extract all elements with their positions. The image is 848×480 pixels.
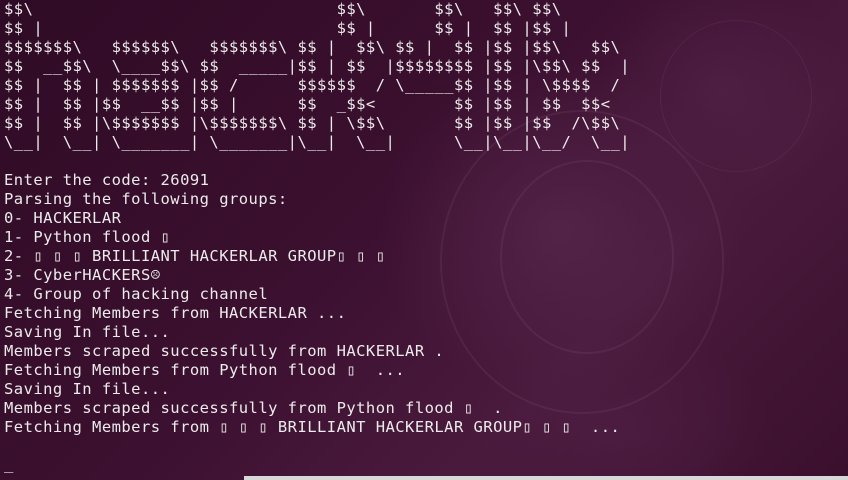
banner-line: $$ | $$ | $$ | $$ |$$ |: [4, 19, 572, 37]
output-line: Fetching Members from HACKERLAR ...: [4, 304, 347, 322]
output-line: Parsing the following groups:: [4, 190, 288, 208]
terminal-window[interactable]: $$\ $$\ $$\ $$\ $$\ $$ | $$ | $$ | $$ |$$…: [0, 0, 848, 480]
output-line: Fetching Members from ▯ ▯ ▯ BRILLIANT HA…: [4, 418, 621, 436]
code-prompt-line: Enter the code: 26091: [4, 171, 210, 189]
banner-line: $$ | $$ |$$ __$$ |$$ | $$ _$$< $$ |$$ | …: [4, 95, 611, 113]
group-list-item: 3- CyberHACKERS☹: [4, 266, 161, 284]
group-list-item: 0- HACKERLAR: [4, 209, 122, 227]
banner-line: $$\ $$\ $$\ $$\ $$\: [4, 0, 562, 18]
group-list-item: 2- ▯ ▯ ▯ BRILLIANT HACKERLAR GROUP▯ ▯ ▯: [4, 247, 386, 265]
horizontal-scrollbar[interactable]: [244, 476, 848, 480]
banner-line: $$ __$$\ \____$$\ $$ _____|$$ | $$ |$$$$…: [4, 57, 631, 75]
terminal-output: $$\ $$\ $$\ $$\ $$\ $$ | $$ | $$ | $$ |$$…: [4, 0, 630, 437]
output-line: Fetching Members from Python flood ▯ ...: [4, 361, 406, 379]
output-line: Saving In file...: [4, 380, 171, 398]
wallpaper-decoration: [660, 20, 812, 172]
banner-line: $$$$$$$\ $$$$$$\ $$$$$$$\ $$ | $$\ $$ | …: [4, 38, 621, 56]
banner-line: \__| \__| \_______| \_______|\__| \__| \…: [4, 133, 631, 151]
output-line: Members scraped successfully from Python…: [4, 399, 503, 417]
banner-line: $$ | $$ | $$$$$$$ |$$ / $$$$$$ / \_____$…: [4, 76, 621, 94]
group-list-item: 4- Group of hacking channel: [4, 285, 269, 303]
banner-line: $$ | $$ |\$$$$$$$ |\$$$$$$$\ $$ | \$$\ $…: [4, 114, 621, 132]
output-line: Saving In file...: [4, 323, 171, 341]
output-line: Members scraped successfully from HACKER…: [4, 342, 445, 360]
terminal-cursor: _: [4, 455, 14, 473]
group-list-item: 1- Python flood ▯: [4, 228, 171, 246]
